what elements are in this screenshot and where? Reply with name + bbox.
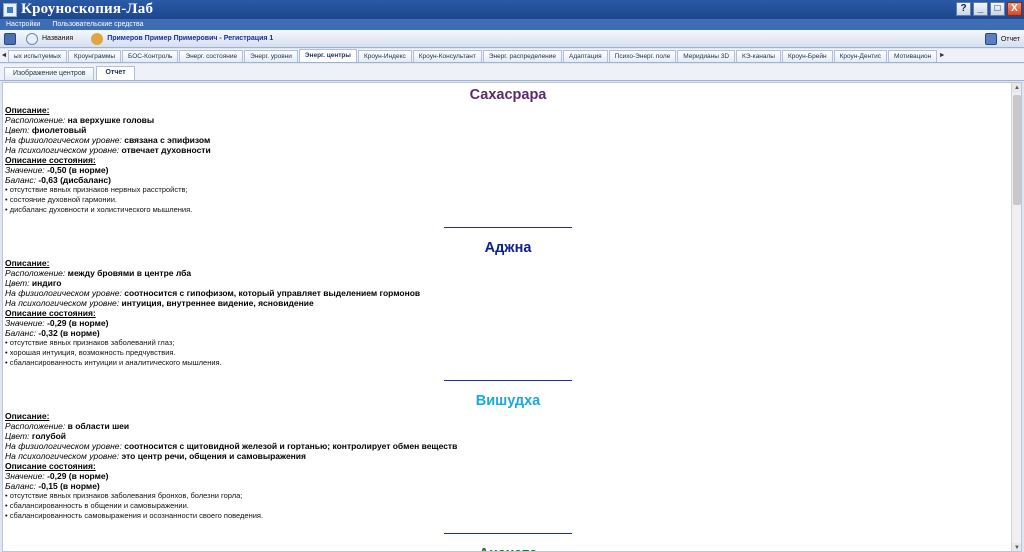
center-title: Вишудха (475, 393, 541, 409)
color-line: Цвет: голубой (5, 431, 66, 441)
center-title: Сахасрара (469, 87, 547, 103)
description-heading: Описание: (5, 258, 50, 268)
tab-crown-dentis[interactable]: Кроун-Дентис (833, 50, 888, 62)
tab-energy-state[interactable]: Энерг. состояние (179, 50, 244, 62)
tab-energy-levels[interactable]: Энерг. уровни (244, 50, 298, 62)
report-button[interactable]: Отчет (981, 33, 1020, 45)
section-divider (444, 533, 572, 534)
app-title: Кроуноскопия-Лаб (21, 1, 154, 17)
center-section: Анахата (5, 544, 1011, 551)
tab-energy-distribution[interactable]: Энерг. распределение (482, 50, 563, 62)
window-controls: ? _ □ X (956, 2, 1022, 16)
report-icon (984, 33, 997, 45)
value-line: Значение: -0,50 (в норме) (5, 165, 109, 175)
value-line: Значение: -0,29 (в норме) (5, 318, 109, 328)
description-heading: Описание: (5, 105, 50, 115)
list-item: • отсутствие явных признаков заболеваний… (5, 338, 175, 347)
balance-line: Баланс: -0,15 (в норме) (5, 481, 100, 491)
tab-crowngrams[interactable]: Кроунграммы (68, 50, 122, 62)
report-content: Сахасрара Описание: Расположение: на вер… (5, 85, 1011, 551)
help-button[interactable]: ? (956, 2, 971, 16)
vertical-scrollbar[interactable]: ▲ ▼ (1011, 83, 1021, 551)
menu-bar: Настройки Пользовательские средства (0, 19, 1024, 30)
scroll-thumb[interactable] (1013, 95, 1021, 205)
title-bar: Кроуноскопия-Лаб ? _ □ X (0, 0, 1024, 19)
report-label: Отчет (1000, 35, 1020, 43)
menu-settings[interactable]: Настройки (0, 21, 46, 28)
value-line: Значение: -0,29 (в норме) (5, 471, 109, 481)
tabs-scroll-left-icon[interactable]: ◄ (0, 50, 8, 62)
tab-subjects[interactable]: ых испытуемых (8, 50, 68, 62)
list-item: • хорошая интуиция, возможность предчувс… (5, 348, 176, 357)
description-heading: Описание: (5, 411, 50, 421)
sub-tabs: Изображение центров Отчет (0, 64, 1024, 81)
list-item: • сбалансированность самовыражения и осо… (5, 511, 264, 520)
psycho-line: На психологическом уровне: интуиция, вну… (5, 298, 314, 308)
tab-crown-brain[interactable]: Кроун-Брейн (781, 50, 833, 62)
toolbar: Названия Примеров Пример Примерович - Ре… (0, 30, 1024, 48)
menu-user-tools[interactable]: Пользовательские средства (46, 21, 149, 28)
psycho-line: На психологическом уровне: отвечает духо… (5, 145, 211, 155)
center-section: Вишудха Описание: Расположение: в област… (5, 391, 1011, 534)
maximize-button[interactable]: □ (990, 2, 1005, 16)
list-item: • состояние духовной гармонии. (5, 195, 118, 204)
section-divider (444, 227, 572, 228)
save-icon[interactable] (4, 32, 16, 45)
minimize-button[interactable]: _ (973, 2, 988, 16)
tab-motivation[interactable]: Мотивацион (888, 50, 938, 62)
physio-line: На физиологическом уровне: соотносится с… (5, 288, 421, 298)
tab-crown-index[interactable]: Кроун-Индекс (357, 50, 412, 62)
scroll-up-icon[interactable]: ▲ (1012, 83, 1021, 93)
tab-adaptation[interactable]: Адаптация (563, 50, 608, 62)
report-view[interactable]: Сахасрара Описание: Расположение: на вер… (2, 82, 1022, 552)
state-heading: Описание состояния: (5, 155, 96, 165)
tab-crown-consultant[interactable]: Кроун-Консультант (412, 50, 482, 62)
tab-bos-control[interactable]: БОС-Контроль (122, 50, 179, 62)
main-tabs: ◄ ых испытуемых Кроунграммы БОС-Контроль… (0, 49, 1024, 63)
subtab-centers-image[interactable]: Изображение центров (4, 67, 95, 80)
location-line: Расположение: между бровями в центре лба (5, 268, 192, 278)
subtab-report[interactable]: Отчет (96, 66, 135, 80)
center-section: Сахасрара Описание: Расположение: на вер… (5, 85, 1011, 228)
center-title: Аджна (484, 240, 532, 256)
tab-psycho-energy-field[interactable]: Психо-Энерг. поле (608, 50, 677, 62)
balance-line: Баланс: -0,63 (дисбаланс) (5, 175, 111, 185)
state-heading: Описание состояния: (5, 461, 96, 471)
section-divider (444, 380, 572, 381)
list-item: • сбалансированность интуиции и аналитич… (5, 358, 222, 367)
list-item: • дисбаланс духовности и холистического … (5, 205, 193, 214)
close-button[interactable]: X (1007, 2, 1022, 16)
scroll-down-icon[interactable]: ▼ (1012, 543, 1021, 551)
user-icon (91, 32, 104, 45)
tab-ke-channels[interactable]: КЭ-каналы (736, 50, 781, 62)
subject-registration: Примеров Пример Примерович - Регистрация… (107, 35, 274, 42)
balance-line: Баланс: -0,32 (в норме) (5, 328, 100, 338)
color-line: Цвет: индиго (5, 278, 62, 288)
info-icon[interactable] (26, 32, 38, 45)
state-heading: Описание состояния: (5, 308, 96, 318)
app-icon (3, 2, 17, 17)
location-line: Расположение: на верхушке головы (5, 115, 155, 125)
tabs-scroll-right-icon[interactable]: ► (938, 50, 946, 62)
list-item: • отсутствие явных признаков заболевания… (5, 491, 243, 500)
color-line: Цвет: фиолетовый (5, 125, 87, 135)
physio-line: На физиологическом уровне: соотносится с… (5, 441, 458, 451)
psycho-line: На психологическом уровне: это центр реч… (5, 451, 306, 461)
center-title: Анахата (5, 544, 1011, 551)
tab-meridians-3d[interactable]: Меридианы 3D (677, 50, 736, 62)
physio-line: На физиологическом уровне: связана с эпи… (5, 135, 211, 145)
location-line: Расположение: в области шеи (5, 421, 130, 431)
list-item: • отсутствие явных признаков нервных рас… (5, 185, 188, 194)
center-section: Аджна Описание: Расположение: между бров… (5, 238, 1011, 381)
list-item: • сбалансированность в общении и самовыр… (5, 501, 189, 510)
tab-energy-centers[interactable]: Энерг. центры (298, 49, 357, 62)
names-label[interactable]: Названия (42, 35, 73, 42)
